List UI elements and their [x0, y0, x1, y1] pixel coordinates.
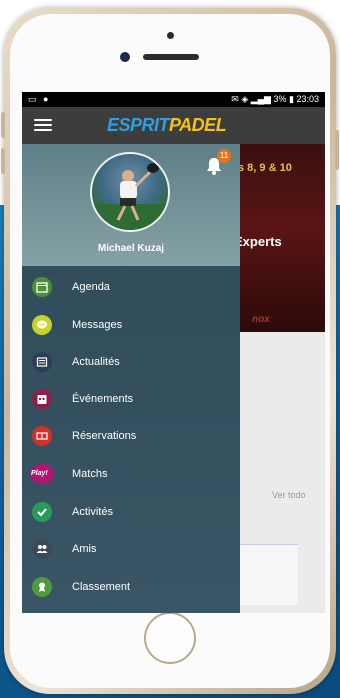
calendar-icon — [32, 277, 52, 297]
navigation-drawer: Michael Kuzaj 11 Agenda Messages Actuali… — [22, 144, 240, 613]
menu-label: Matchs — [72, 468, 108, 480]
battery-level: 3% — [273, 94, 287, 104]
app-header: ESPRITPADEL — [22, 107, 325, 144]
court-icon — [32, 426, 52, 446]
clock: 23:03 — [296, 94, 319, 104]
content-card[interactable] — [230, 544, 298, 605]
menu-item-actualites[interactable]: Actualités — [22, 347, 240, 377]
menu-item-amis[interactable]: Amis — [22, 534, 240, 564]
logo-text-esprit: ESPRIT — [107, 115, 170, 135]
notification-badge: 11 — [217, 149, 231, 163]
camera — [167, 32, 174, 39]
menu-label: Classement — [72, 581, 131, 593]
menu-label: Messages — [72, 319, 123, 331]
menu-label: Activités — [72, 506, 113, 518]
app-screen: ▭ ● ✉ ◈ ▂▄▆ 3% ▮ 23:03 ESPRITPADEL s 8, … — [22, 92, 325, 613]
speaker — [143, 54, 199, 60]
menu-item-matchs[interactable]: Play! Matchs — [22, 459, 240, 489]
banner-dates: s 8, 9 & 10 — [238, 162, 292, 174]
volume-button-2 — [1, 148, 5, 174]
menu-item-reservations[interactable]: Réservations — [22, 421, 240, 451]
status-notification-icons: ▭ ● — [28, 94, 51, 104]
avatar[interactable] — [90, 152, 170, 232]
menu-label: Réservations — [72, 430, 137, 442]
play-badge-text: Play! — [31, 470, 48, 477]
home-button[interactable] — [144, 612, 196, 664]
chat-bubble-icon — [32, 315, 52, 335]
menu-item-evenements[interactable]: Événements — [22, 384, 240, 414]
menu-item-agenda[interactable]: Agenda — [22, 272, 240, 302]
friends-icon — [32, 539, 52, 559]
menu-label: Agenda — [72, 281, 110, 293]
ribbon-icon — [32, 577, 52, 597]
menu-item-activites[interactable]: Activités — [22, 497, 240, 527]
menu-label: Actualités — [72, 356, 120, 368]
profile-name: Michael Kuzaj — [97, 243, 165, 254]
status-right: ✉ ◈ ▂▄▆ 3% ▮ 23:03 — [231, 94, 319, 104]
front-camera — [120, 52, 130, 62]
menu-item-messages[interactable]: Messages — [22, 310, 240, 340]
avatar-photo — [92, 163, 168, 230]
signal-icons: ✉ ◈ ▂▄▆ — [231, 94, 274, 104]
menu-label: Amis — [72, 543, 97, 555]
newspaper-icon — [32, 352, 52, 372]
logo-text-padel: PADEL — [169, 115, 227, 135]
power-button — [335, 130, 339, 170]
see-all-link[interactable]: Ver todo — [272, 490, 306, 500]
event-calendar-icon — [32, 389, 52, 409]
status-bar: ▭ ● ✉ ◈ ▂▄▆ 3% ▮ 23:03 — [22, 92, 325, 107]
banner-title: Experts — [234, 234, 282, 249]
menu-label: Événements — [72, 393, 134, 405]
menu-item-classement[interactable]: Classement — [22, 572, 240, 602]
banner-brand: nox — [252, 314, 270, 325]
volume-button — [1, 112, 5, 138]
hamburger-menu-icon[interactable] — [34, 119, 52, 131]
check-icon — [32, 502, 52, 522]
app-logo: ESPRITPADEL — [107, 115, 227, 136]
play-badge-icon: Play! — [30, 464, 54, 484]
